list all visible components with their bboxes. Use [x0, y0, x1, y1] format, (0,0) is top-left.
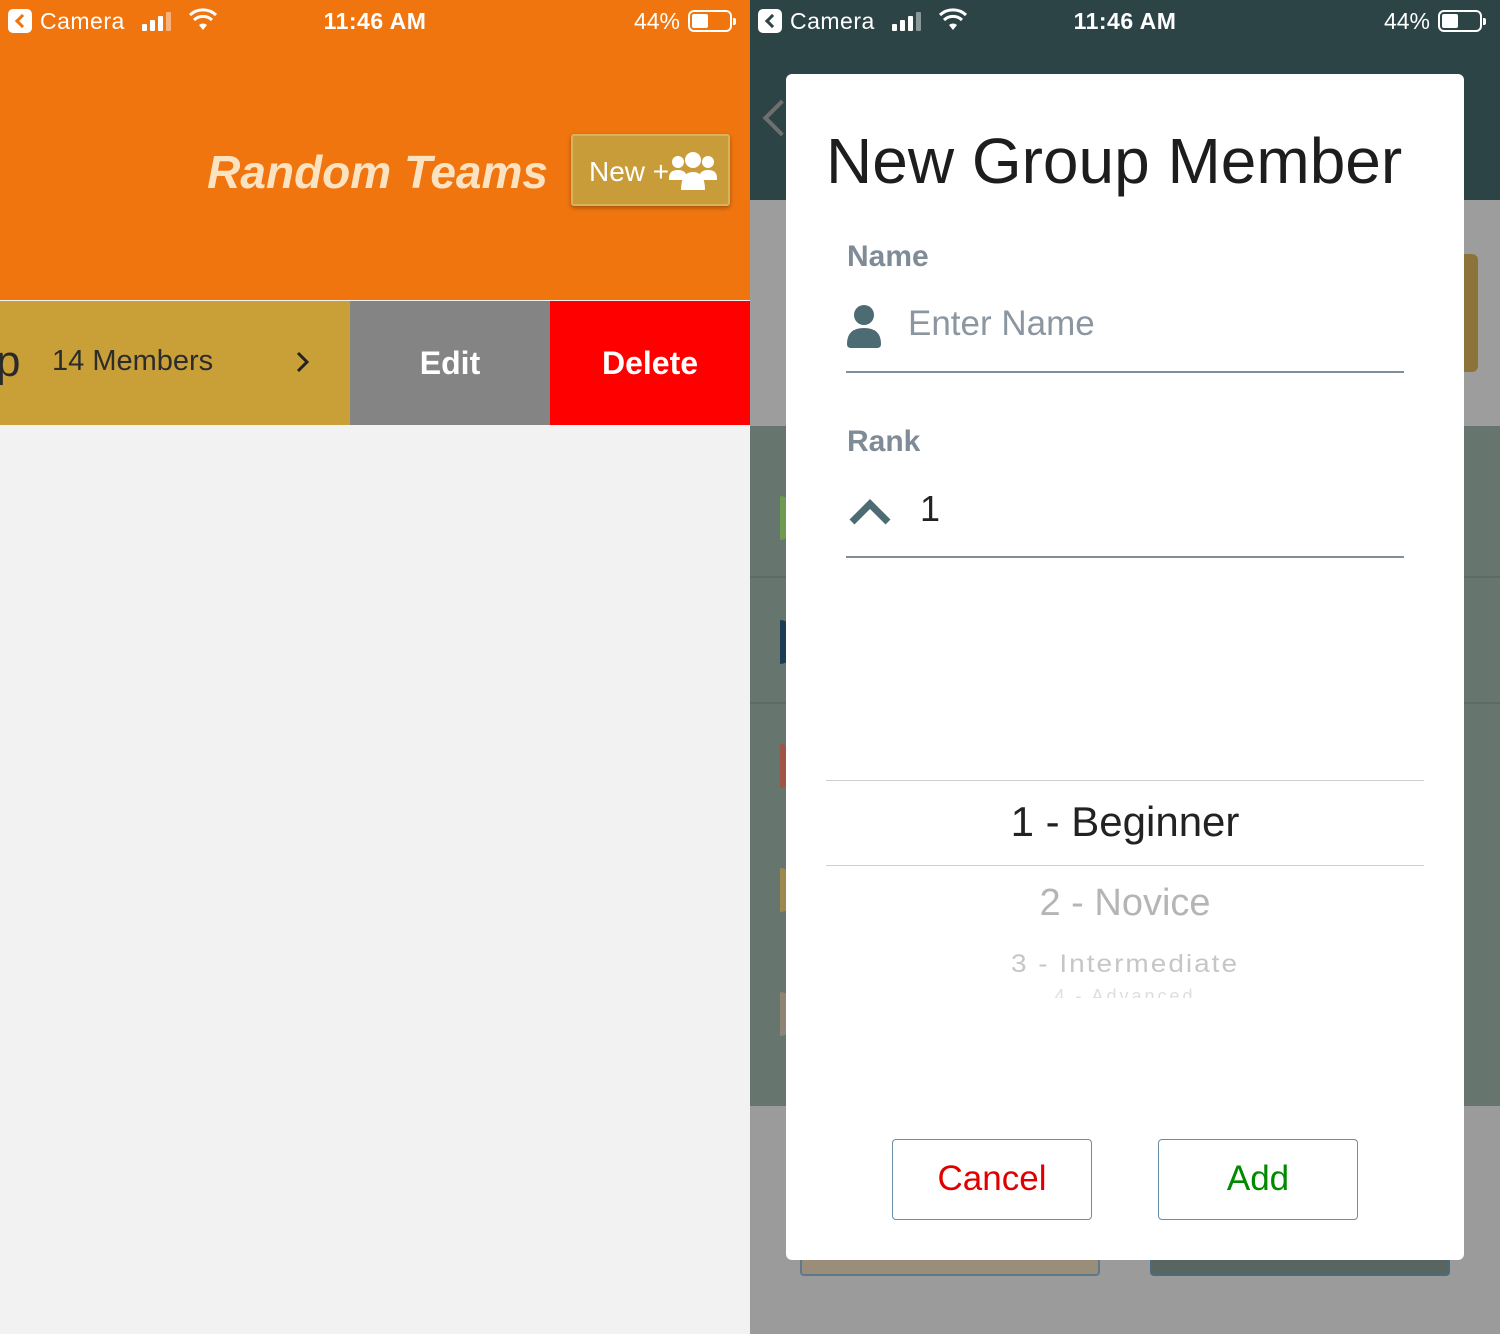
name-underline	[846, 371, 1404, 373]
rank-label: Rank	[847, 425, 921, 458]
new-group-button[interactable]: New +	[571, 134, 730, 206]
member-count: 14 Members	[52, 345, 214, 377]
new-member-dialog: New Group Member Name Rank 1 1 - Beginne…	[786, 74, 1464, 1260]
battery-percent: 44%	[1383, 8, 1430, 34]
group-row[interactable]: p 14 Members Edit Delete	[0, 301, 750, 425]
rank-underline	[846, 556, 1404, 558]
edit-button[interactable]: Edit	[350, 301, 550, 425]
right-screen: Camera 11:46 AM 44% New Group Member Nam…	[750, 0, 1500, 1334]
chevron-up-icon[interactable]	[848, 498, 892, 526]
battery-percent: 44%	[633, 8, 680, 34]
status-bar: Camera 11:46 AM 44%	[750, 0, 1500, 42]
left-screen: Camera 11:46 AM 44% Random Teams New + p…	[0, 0, 750, 1334]
add-button[interactable]: Add	[1158, 1139, 1358, 1220]
delete-button[interactable]: Delete	[550, 301, 750, 425]
picker-option[interactable]: 2 - Novice	[826, 882, 1424, 925]
group-row-content[interactable]: p 14 Members	[0, 301, 350, 425]
page-title: Random Teams	[207, 146, 548, 198]
new-button-label: New +	[589, 156, 670, 187]
person-icon	[847, 305, 881, 348]
picker-option[interactable]: 1 - Beginner	[826, 798, 1424, 846]
picker-divider	[826, 780, 1424, 781]
cancel-button[interactable]: Cancel	[892, 1139, 1092, 1220]
name-label: Name	[847, 240, 929, 273]
rank-value[interactable]: 1	[920, 488, 940, 530]
picker-option[interactable]: 4 - Advanced	[826, 986, 1424, 998]
status-bar: Camera 11:46 AM 44%	[0, 0, 750, 42]
picker-divider	[826, 865, 1424, 866]
group-add-icon	[669, 152, 717, 190]
background-card-edge	[1462, 254, 1478, 372]
chevron-right-icon	[296, 351, 310, 373]
name-input[interactable]	[908, 302, 1388, 346]
picker-option[interactable]: 3 - Intermediate	[826, 950, 1424, 979]
dialog-title: New Group Member	[826, 125, 1403, 197]
battery-icon	[1438, 10, 1486, 32]
battery-icon	[688, 10, 736, 32]
group-name: p	[0, 337, 21, 386]
